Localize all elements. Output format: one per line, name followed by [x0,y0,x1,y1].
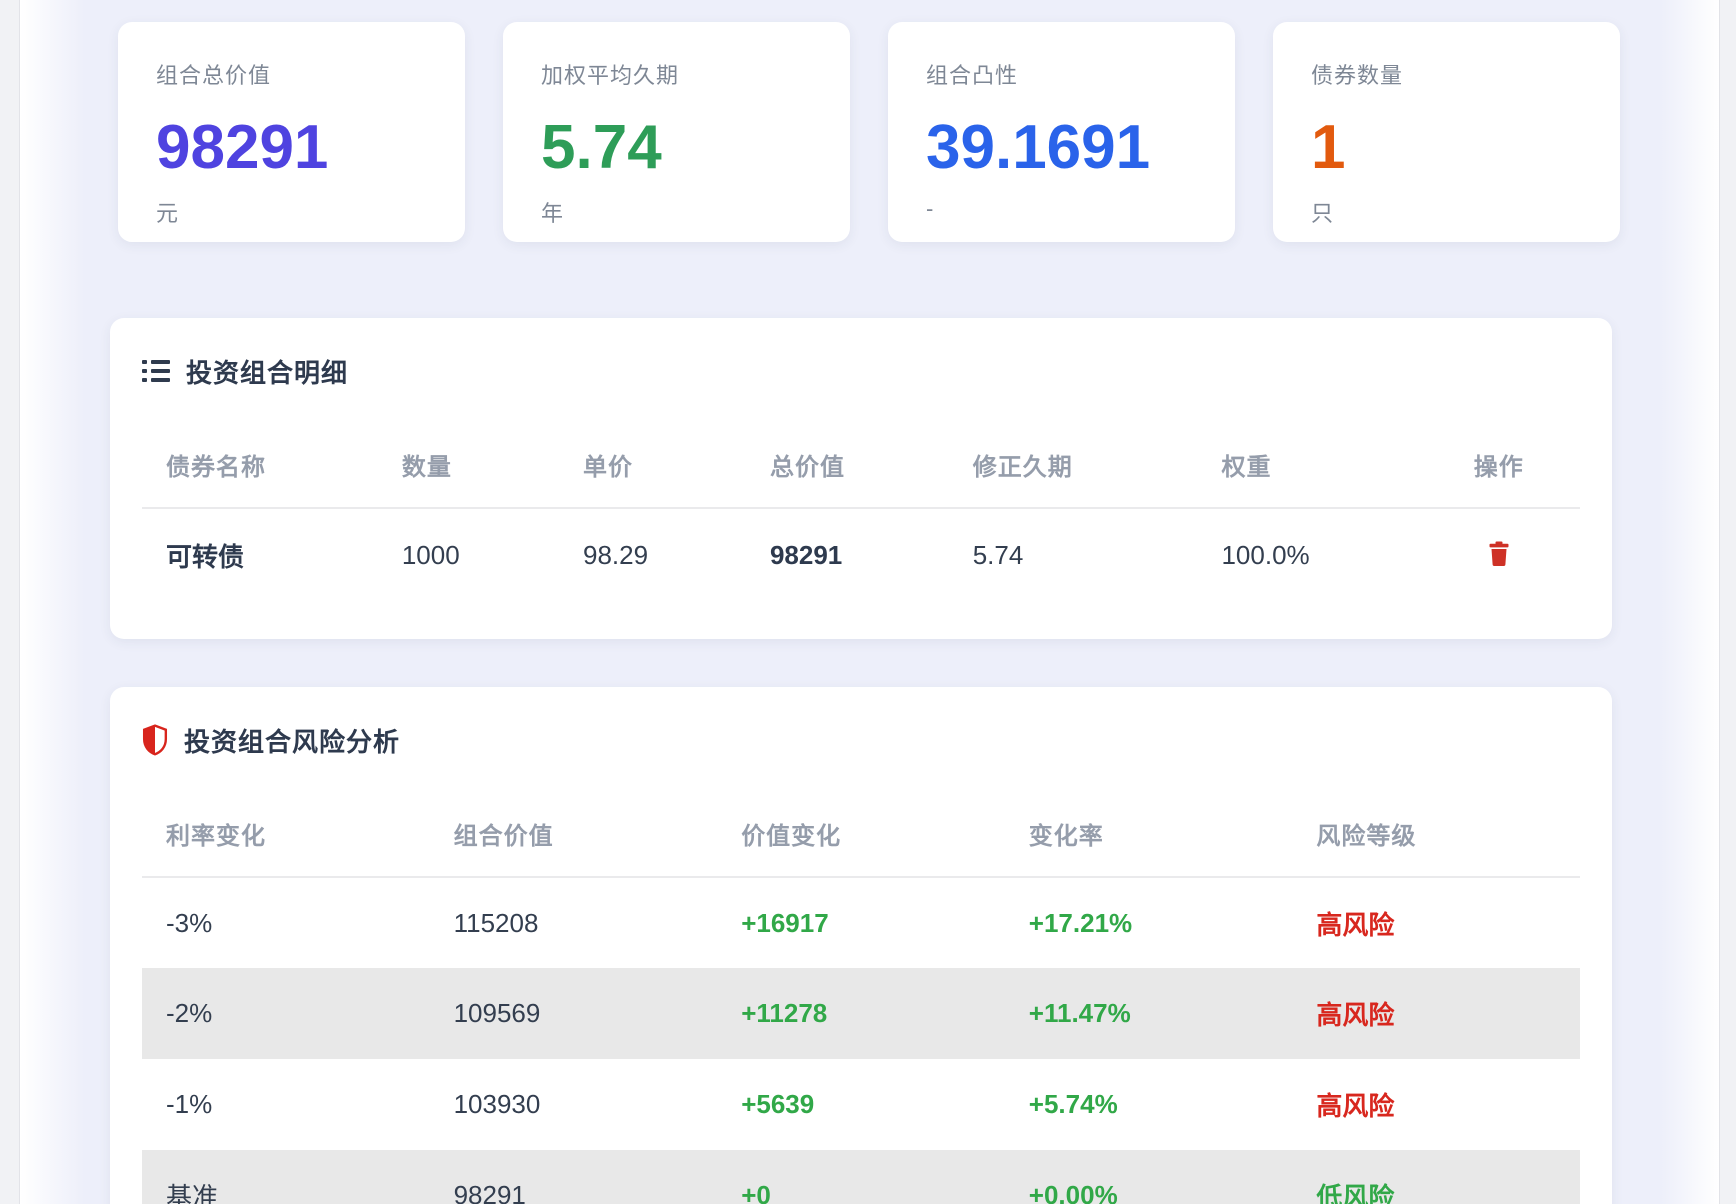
cell-change-rate: +0.00% [1028,1180,1118,1204]
risk-table-header-row: 利率变化 组合价值 价值变化 变化率 风险等级 [142,791,1580,878]
portfolio-table-header-row: 债券名称 数量 单价 总价值 修正久期 权重 操作 [142,422,1580,509]
col-header-total-value: 总价值 [745,422,949,509]
list-icon [142,359,170,383]
portfolio-table: 债券名称 数量 单价 总价值 修正久期 权重 操作 可转债 1000 98.29… [142,422,1580,602]
cell-portfolio-value: 109569 [453,998,541,1028]
col-header-bond-name: 债券名称 [142,422,378,509]
main-content: 组合总价值 98291 元 加权平均久期 5.74 年 组合凸性 39.1691… [110,0,1620,1204]
risk-level-badge: 高风险 [1316,909,1395,940]
col-header-modified-duration: 修正久期 [948,422,1198,509]
portfolio-details-header: 投资组合明细 [142,354,1580,388]
cell-value-change: +5639 [741,1089,815,1119]
stat-value: 39.1691 [926,113,1151,182]
risk-level-badge: 高风险 [1316,1000,1395,1030]
risk-table: 利率变化 组合价值 价值变化 变化率 风险等级 -3% 115208 +1691… [142,791,1580,1204]
stat-value: 1 [1311,113,1346,182]
col-header-risk-level: 风险等级 [1292,791,1580,878]
cell-portfolio-value: 103930 [453,1089,541,1119]
risk-level-badge: 高风险 [1316,1091,1395,1121]
stat-unit: 年 [541,201,564,226]
cell-value-change: +0 [741,1180,771,1204]
col-header-value-change: 价值变化 [717,791,1005,878]
cell-change-rate: +5.74% [1028,1089,1118,1119]
delete-bond-button[interactable] [1484,537,1514,571]
stat-card-convexity: 组合凸性 39.1691 - [888,22,1235,242]
stat-label: 组合总价值 [156,63,272,88]
stat-label: 加权平均久期 [541,63,680,88]
stat-card-total-value: 组合总价值 98291 元 [118,22,465,242]
cell-value-change: +11278 [741,998,828,1028]
stat-unit: 只 [1311,201,1334,226]
stat-label: 债券数量 [1311,63,1404,88]
cell-modified-duration: 5.74 [972,540,1024,570]
stat-unit: - [926,196,934,221]
cell-change-rate: +11.47% [1028,998,1131,1028]
table-row: 可转债 1000 98.29 98291 5.74 100.0% [142,508,1580,602]
risk-analysis-card: 投资组合风险分析 利率变化 组合价值 价值变化 变化率 风险等级 -3% 115 [110,687,1612,1204]
cell-unit-price: 98.29 [583,540,649,570]
col-header-change-rate: 变化率 [1004,791,1293,878]
col-header-quantity: 数量 [377,422,560,509]
stat-value: 98291 [156,113,329,182]
cell-portfolio-value: 98291 [453,1180,526,1204]
cell-portfolio-value: 115208 [453,907,539,938]
table-row: -2% 109569 +11278 +11.47% 高风险 [142,968,1580,1059]
cell-quantity: 1000 [401,540,460,570]
stats-row: 组合总价值 98291 元 加权平均久期 5.74 年 组合凸性 39.1691… [118,22,1620,242]
col-header-actions: 操作 [1417,422,1580,509]
col-header-weight: 权重 [1197,422,1418,509]
stat-label: 组合凸性 [926,63,1019,88]
cell-total-value: 98291 [769,540,843,570]
table-row: 基准 98291 +0 +0.00% 低风险 [142,1150,1580,1204]
risk-level-badge: 低风险 [1316,1182,1395,1204]
stat-card-avg-duration: 加权平均久期 5.74 年 [503,22,850,242]
col-header-portfolio-value: 组合价值 [429,791,718,878]
portfolio-details-title: 投资组合明细 [186,357,349,388]
cell-bond-name: 可转债 [166,542,245,572]
stat-unit: 元 [156,201,179,226]
cell-rate-change: -1% [166,1089,213,1119]
shield-icon [142,724,168,756]
portfolio-details-card: 投资组合明细 债券名称 数量 单价 总价值 修正久期 权重 操作 可转债 100… [110,318,1612,639]
trash-icon [1488,541,1510,567]
stat-card-bond-count: 债券数量 1 只 [1273,22,1620,242]
cell-rate-change: 基准 [166,1182,219,1204]
cell-rate-change: -3% [166,907,213,938]
cell-value-change: +16917 [741,907,829,938]
col-header-unit-price: 单价 [559,422,746,509]
table-row: -1% 103930 +5639 +5.74% 高风险 [142,1059,1580,1150]
cell-weight: 100.0% [1221,540,1310,570]
risk-analysis-title: 投资组合风险分析 [184,726,401,757]
cell-rate-change: -2% [166,998,213,1028]
risk-analysis-header: 投资组合风险分析 [142,723,1580,757]
table-row: -3% 115208 +16917 +17.21% 高风险 [142,877,1580,968]
cell-change-rate: +17.21% [1028,907,1133,938]
col-header-rate-change: 利率变化 [142,791,430,878]
stat-value: 5.74 [541,113,662,182]
